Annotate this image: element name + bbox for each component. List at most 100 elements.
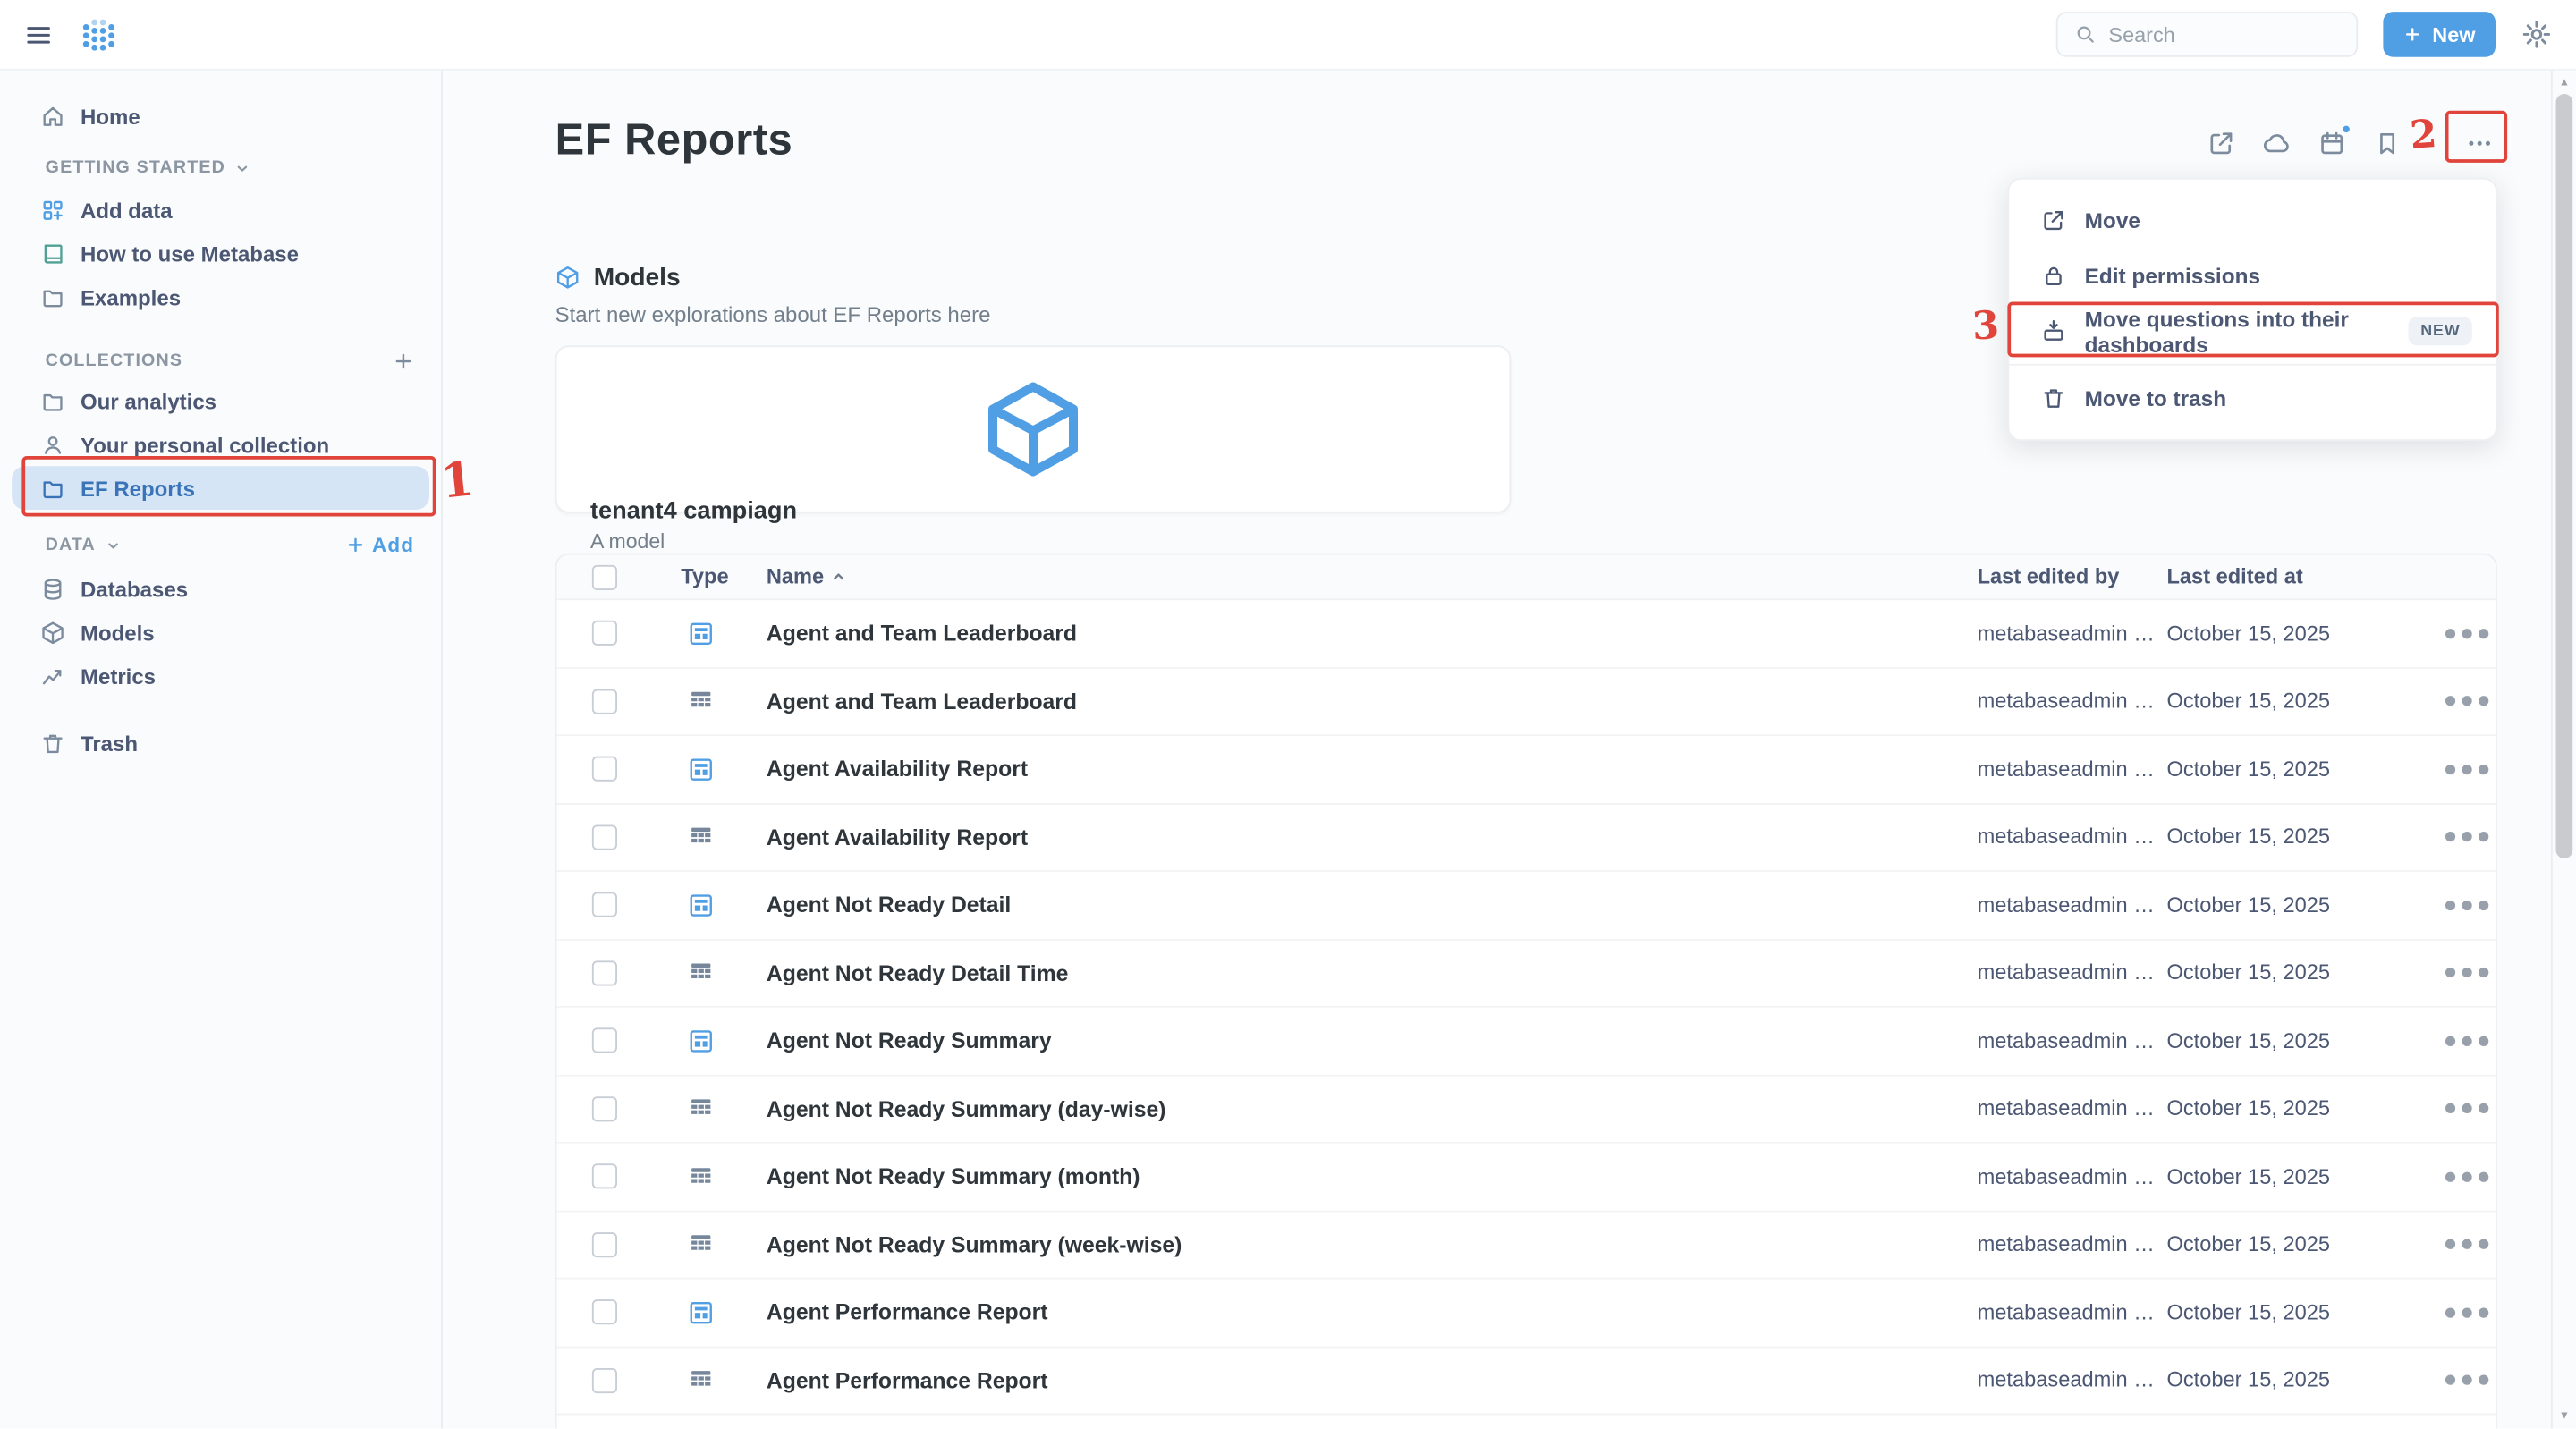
table-row[interactable]: Agent Performance Report metabaseadmin ……	[557, 1280, 2496, 1348]
row-checkbox[interactable]	[592, 757, 617, 782]
sidebar-item-metrics[interactable]: Metrics	[12, 654, 429, 698]
column-header-edited-at[interactable]: Last edited at	[2167, 565, 2416, 588]
new-button[interactable]: New	[2384, 12, 2496, 57]
table-row[interactable]: Agent Not Ready Summary (day-wise) metab…	[557, 1076, 2496, 1144]
item-name-link[interactable]: Agent Not Ready Summary	[767, 1028, 1978, 1053]
row-checkbox[interactable]	[592, 1300, 617, 1325]
model-card[interactable]: tenant4 campiagn A model	[555, 345, 1512, 513]
sidebar-item-examples[interactable]: Examples	[12, 275, 429, 319]
item-name-link[interactable]: Agent and Team Leaderboard	[767, 689, 1978, 714]
row-menu-button[interactable]	[2438, 944, 2496, 1002]
row-menu-button[interactable]	[2438, 672, 2496, 730]
menu-item-edit-permissions[interactable]: Edit permissions	[2009, 249, 2496, 304]
sidebar-item-trash[interactable]: Trash	[12, 721, 429, 765]
row-checkbox[interactable]	[592, 1368, 617, 1393]
new-button-label: New	[2432, 22, 2475, 46]
upload-cloud-icon[interactable]	[2262, 128, 2291, 156]
item-name-link[interactable]: Agent Not Ready Summary (day-wise)	[767, 1096, 1978, 1121]
table-row[interactable]: Agent Not Ready Summary (month) metabase…	[557, 1144, 2496, 1212]
sidebar-item-label: Our analytics	[80, 388, 216, 413]
bookmark-icon[interactable]	[2373, 128, 2402, 156]
sidebar-item-personal-collection[interactable]: Your personal collection	[12, 423, 429, 467]
menu-item-move[interactable]: Move	[2009, 193, 2496, 249]
row-checkbox[interactable]	[592, 824, 617, 850]
model-card-title: tenant4 campiagn	[590, 498, 1476, 525]
row-menu-button[interactable]	[2438, 876, 2496, 934]
row-menu-button[interactable]	[2438, 605, 2496, 662]
row-checkbox[interactable]	[592, 892, 617, 917]
row-menu-button[interactable]	[2438, 1284, 2496, 1341]
table-row[interactable]: Agent Availability Report metabaseadmin …	[557, 804, 2496, 872]
item-type-icon	[688, 688, 715, 714]
menu-item-move-questions-into-dashboards[interactable]: Move questions into their dashboards NEW	[2009, 303, 2496, 359]
row-menu-button[interactable]	[2438, 1012, 2496, 1070]
table-row[interactable]: Agent Productivity By Queue metabaseadmi…	[557, 1416, 2496, 1429]
sidebar-item-home[interactable]: Home	[12, 94, 429, 138]
table-row[interactable]: Agent and Team Leaderboard metabaseadmin…	[557, 600, 2496, 668]
item-name-link[interactable]: Agent Not Ready Summary (month)	[767, 1164, 1978, 1189]
select-all-checkbox[interactable]	[592, 564, 617, 589]
row-menu-button[interactable]	[2438, 740, 2496, 798]
row-checkbox[interactable]	[592, 1164, 617, 1189]
sidebar-item-ef-reports[interactable]: EF Reports	[12, 466, 429, 510]
item-name-link[interactable]: Agent Not Ready Detail	[767, 892, 1978, 917]
scrollbar-thumb[interactable]	[2556, 94, 2573, 858]
item-name-link[interactable]: Agent Not Ready Detail Time	[767, 960, 1978, 985]
sidebar-item-our-analytics[interactable]: Our analytics	[12, 379, 429, 423]
table-row[interactable]: Agent Not Ready Summary (week-wise) meta…	[557, 1212, 2496, 1280]
row-menu-button[interactable]	[2438, 808, 2496, 866]
row-checkbox[interactable]	[592, 689, 617, 714]
settings-gear-icon[interactable]	[2521, 19, 2553, 51]
item-edited-by: metabaseadmin …	[1978, 1301, 2167, 1324]
sidebar-section-collections[interactable]: COLLECTIONS	[0, 347, 441, 374]
sidebar-toggle-icon[interactable]	[23, 20, 54, 50]
sidebar-item-add-data[interactable]: Add data	[12, 188, 429, 232]
row-checkbox[interactable]	[592, 621, 617, 646]
row-menu-button[interactable]	[2438, 1148, 2496, 1205]
item-edited-at: October 15, 2025	[2167, 1097, 2416, 1120]
search-bar[interactable]	[2056, 12, 2359, 57]
sidebar-item-models[interactable]: Models	[12, 611, 429, 655]
menu-item-move-to-trash[interactable]: Move to trash	[2009, 370, 2496, 426]
section-title: GETTING STARTED	[46, 157, 225, 178]
lock-icon	[2041, 263, 2066, 288]
table-row[interactable]: Agent Not Ready Detail metabaseadmin … O…	[557, 872, 2496, 940]
row-menu-button[interactable]	[2438, 1420, 2496, 1429]
table-row[interactable]: Agent Not Ready Detail Time metabaseadmi…	[557, 940, 2496, 1008]
column-header-type[interactable]: Type	[657, 565, 767, 588]
move-collection-icon[interactable]	[2207, 128, 2236, 156]
search-input[interactable]	[2108, 22, 2340, 46]
item-name-link[interactable]: Agent and Team Leaderboard	[767, 621, 1978, 646]
add-data-link[interactable]: Add	[345, 533, 414, 556]
item-type-icon	[688, 1163, 715, 1190]
table-row[interactable]: Agent Not Ready Summary metabaseadmin … …	[557, 1008, 2496, 1076]
row-checkbox[interactable]	[592, 1028, 617, 1053]
sidebar-item-how-to-use[interactable]: How to use Metabase	[12, 232, 429, 275]
row-checkbox[interactable]	[592, 1232, 617, 1257]
sidebar-section-data[interactable]: DATA Add	[0, 531, 441, 558]
row-menu-button[interactable]	[2438, 1216, 2496, 1273]
sidebar-section-getting-started[interactable]: GETTING STARTED	[0, 155, 441, 182]
item-type-icon	[688, 892, 715, 918]
item-name-link[interactable]: Agent Availability Report	[767, 757, 1978, 782]
column-header-name[interactable]: Name	[767, 565, 1978, 588]
row-checkbox[interactable]	[592, 960, 617, 985]
item-name-link[interactable]: Agent Availability Report	[767, 824, 1978, 850]
row-menu-button[interactable]	[2438, 1352, 2496, 1409]
sidebar-item-databases[interactable]: Databases	[12, 567, 429, 611]
table-row[interactable]: Agent and Team Leaderboard metabaseadmin…	[557, 668, 2496, 736]
metabase-logo-icon[interactable]	[79, 15, 117, 54]
collection-menu-button[interactable]	[2450, 121, 2507, 165]
item-name-link[interactable]: Agent Performance Report	[767, 1368, 1978, 1393]
row-checkbox[interactable]	[592, 1096, 617, 1121]
table-row[interactable]: Agent Availability Report metabaseadmin …	[557, 736, 2496, 804]
scroll-down-arrow[interactable]: ▼	[2553, 1410, 2576, 1422]
scroll-up-arrow[interactable]: ▲	[2553, 77, 2576, 89]
table-row[interactable]: Agent Performance Report metabaseadmin ……	[557, 1348, 2496, 1416]
new-collection-plus-icon[interactable]	[393, 350, 414, 371]
column-header-edited-by[interactable]: Last edited by	[1978, 565, 2167, 588]
item-name-link[interactable]: Agent Not Ready Summary (week-wise)	[767, 1232, 1978, 1257]
events-calendar-icon[interactable]	[2318, 128, 2346, 156]
item-name-link[interactable]: Agent Performance Report	[767, 1300, 1978, 1325]
row-menu-button[interactable]	[2438, 1080, 2496, 1137]
